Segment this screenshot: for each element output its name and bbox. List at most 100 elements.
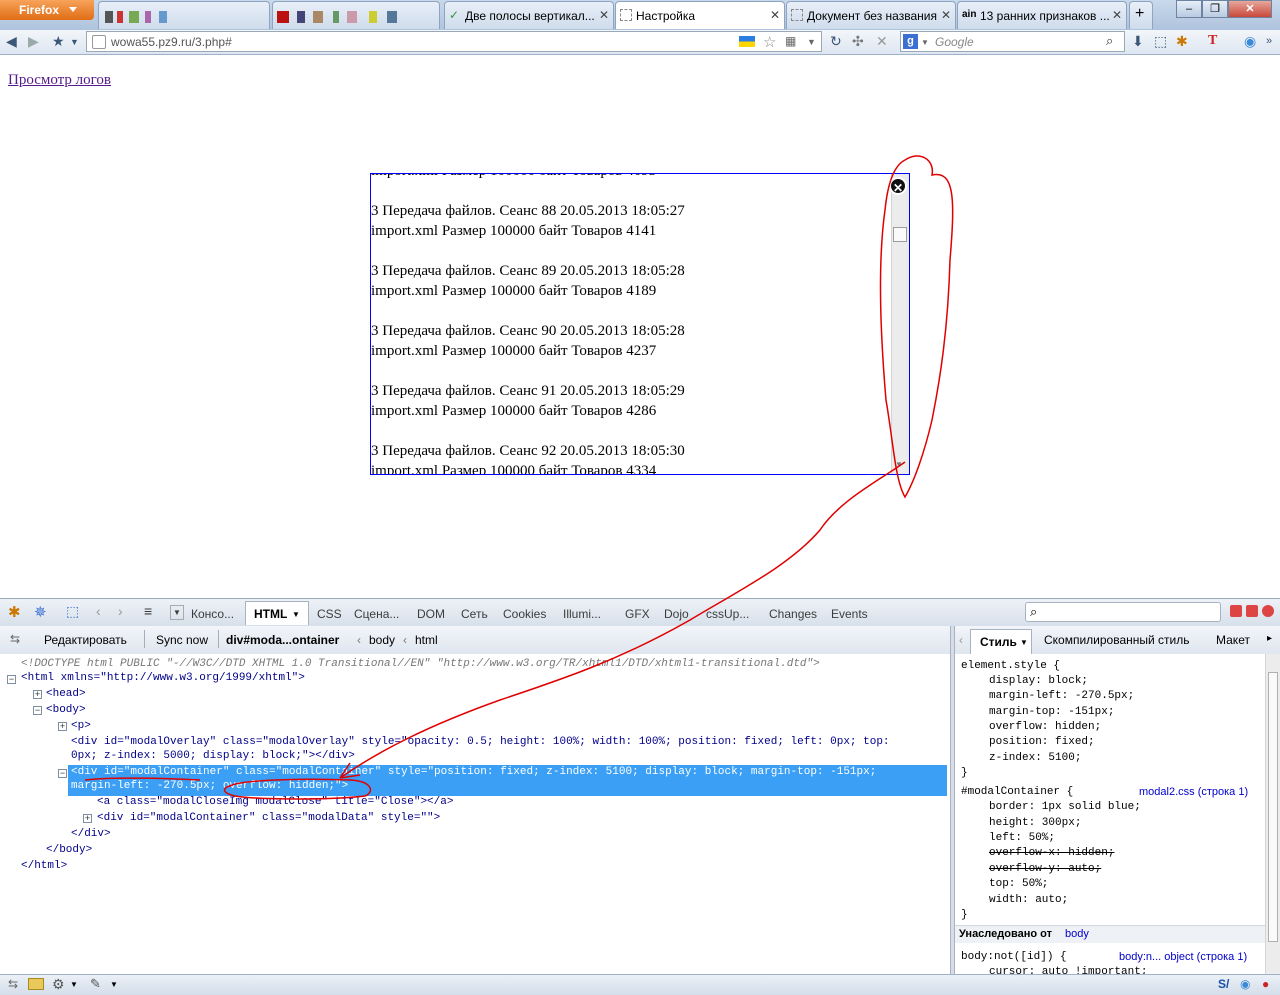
gear-icon[interactable]: ⚙	[52, 976, 65, 993]
expand-toggle-icon[interactable]: +	[33, 690, 42, 699]
fb-tab-gfx[interactable]: GFX	[625, 607, 650, 621]
collapse-toggle-icon[interactable]: −	[7, 675, 16, 684]
search-bar[interactable]: g ▼ Google ⌕	[900, 31, 1125, 52]
addon-red-icon[interactable]: ●	[1262, 977, 1269, 991]
style-prop[interactable]: border: 1px solid blue;	[989, 801, 1141, 813]
style-prop[interactable]: height: 300px;	[989, 817, 1081, 829]
bookmark-star-icon[interactable]: ☆	[763, 33, 776, 51]
google-icon[interactable]: g	[903, 34, 918, 49]
expand-toggle-icon[interactable]: +	[58, 722, 67, 731]
side-tab-style[interactable]: Стиль ▼	[970, 629, 1032, 654]
style-source-link[interactable]: modal2.css (строка 1)	[1139, 786, 1248, 798]
style-source-link[interactable]: body:n... object (строка 1)	[1119, 951, 1247, 963]
tab-0[interactable]: ✓ Две полосы вертикал... ✕	[444, 1, 614, 29]
overflow-chevron-icon[interactable]: »	[1266, 35, 1272, 47]
node-modal-container[interactable]: <div id="modalContainer" class="modalCon…	[71, 766, 876, 778]
addon-icon[interactable]: ✣	[852, 33, 864, 50]
forward-icon[interactable]: ›	[118, 603, 123, 619]
sync-now-button[interactable]: Sync now	[156, 633, 208, 647]
style-prop-overridden[interactable]: overflow-x: hidden;	[989, 847, 1114, 859]
close-firebug-icon[interactable]	[1262, 605, 1274, 617]
fb-tab-dojo[interactable]: Dojo	[664, 607, 689, 621]
node-close-link[interactable]: <a class="modalCloseImg modalClose" titl…	[97, 796, 453, 808]
maximize-button[interactable]: ❐	[1202, 0, 1228, 18]
eyedropper-icon[interactable]: ✎	[90, 976, 101, 992]
fb-tab-cookies[interactable]: Cookies	[503, 607, 546, 621]
fb-tab-changes[interactable]: Changes	[769, 607, 817, 621]
chevron-down-icon[interactable]: ▼	[170, 605, 184, 620]
ukraine-flag-icon[interactable]	[739, 36, 755, 47]
style-rule-selector[interactable]: element.style {	[961, 660, 1060, 672]
tab-pixelated-2[interactable]	[272, 1, 440, 29]
style-rule-selector[interactable]: body:not([id]) {	[961, 951, 1067, 963]
tab-pixelated-1[interactable]	[98, 1, 270, 29]
back-icon[interactable]: ‹	[96, 603, 101, 619]
style-prop[interactable]: cursor: auto !important;	[989, 966, 1147, 974]
style-rule-selector[interactable]: #modalContainer {	[961, 786, 1073, 798]
fb-tab-net[interactable]: Сеть	[461, 607, 488, 621]
qr-code-icon[interactable]: ▦	[785, 34, 796, 48]
node-head[interactable]: <head>	[46, 688, 86, 700]
toggle-icon[interactable]: ⇆	[8, 977, 18, 991]
inspect-element-icon[interactable]: ⬚	[66, 603, 79, 620]
download-icon[interactable]: ⬇	[1132, 33, 1144, 50]
fb-tab-dom[interactable]: DOM	[417, 607, 445, 621]
style-prop[interactable]: margin-left: -270.5px;	[989, 690, 1134, 702]
modal-close-button[interactable]: ✕	[889, 177, 907, 195]
addon-circle-icon[interactable]: ◉	[1244, 33, 1256, 50]
minimize-button[interactable]: –	[1176, 0, 1202, 18]
debug-icon[interactable]: ✵	[34, 603, 47, 621]
fb-tab-events[interactable]: Events	[831, 607, 868, 621]
view-logs-link[interactable]: Просмотр логов	[8, 72, 111, 89]
close-window-button[interactable]: ✕	[1228, 0, 1272, 18]
collapse-toggle-icon[interactable]: −	[33, 706, 42, 715]
chevron-down-icon[interactable]: ▼	[70, 37, 79, 47]
inspect-icon[interactable]: ⬚	[1154, 33, 1167, 50]
inherited-from-link[interactable]: body	[1065, 928, 1089, 940]
firebug-menu-icon[interactable]: ✱	[8, 603, 21, 621]
style-prop[interactable]: position: fixed;	[989, 736, 1095, 748]
forward-icon[interactable]: ▶	[28, 33, 39, 50]
fb-tab-script[interactable]: Сцена...	[354, 607, 399, 621]
close-tab-icon[interactable]: ✕	[941, 8, 951, 22]
style-panel-scrollbar[interactable]	[1265, 654, 1280, 974]
node-modal-container-cont[interactable]: margin-left: -270.5px; overflow: hidden;…	[71, 780, 348, 792]
scrollbar-thumb[interactable]	[1268, 672, 1278, 942]
style-prop[interactable]: z-index: 5100;	[989, 752, 1081, 764]
chevron-right-icon[interactable]: ▸	[1267, 633, 1272, 644]
style-prop-overridden[interactable]: overflow-y: auto;	[989, 863, 1101, 875]
back-icon[interactable]: ◀	[6, 33, 17, 50]
addon-circle-icon[interactable]: ◉	[1240, 977, 1250, 991]
chevron-left-icon[interactable]: ‹	[959, 633, 963, 647]
fb-tab-console[interactable]: Консо...	[191, 607, 234, 621]
url-bar[interactable]: wowa55.pz9.ru/3.php# ☆ ▦ ▼	[86, 31, 822, 52]
fb-tab-illuminations[interactable]: Illumi...	[563, 607, 601, 621]
url-text[interactable]: wowa55.pz9.ru/3.php#	[111, 35, 232, 49]
node-html[interactable]: <html xmlns="http://www.w3.org/1999/xhtm…	[21, 672, 305, 684]
new-tab-button[interactable]: +	[1129, 1, 1153, 29]
firebug-search-input[interactable]: ⌕	[1025, 602, 1221, 622]
style-prop[interactable]: display: block;	[989, 675, 1088, 687]
detach-firebug-icon[interactable]	[1246, 605, 1258, 617]
chevron-down-icon[interactable]: ▼	[70, 980, 78, 989]
style-prop[interactable]: width: auto;	[989, 894, 1068, 906]
stop-icon[interactable]: ✕	[876, 33, 888, 50]
fb-tab-cssupdater[interactable]: cssUp...	[706, 607, 749, 621]
modal-scrollbar-thumb[interactable]	[893, 227, 907, 242]
node-p[interactable]: <p>	[71, 720, 91, 732]
close-tab-icon[interactable]: ✕	[1112, 8, 1122, 22]
edit-button[interactable]: Редактировать	[44, 633, 127, 647]
modal-scrollbar[interactable]	[891, 174, 909, 474]
chevron-down-icon[interactable]: ▼	[921, 38, 929, 47]
translate-icon[interactable]: T	[1208, 33, 1217, 49]
node-modal-data[interactable]: <div id="modalContainer" class="modalDat…	[97, 812, 440, 824]
fb-tab-html[interactable]: HTML ▼	[245, 601, 309, 625]
fb-tab-css[interactable]: CSS	[317, 607, 342, 621]
firebug-icon[interactable]: ✱	[1176, 33, 1188, 50]
breadcrumb-body[interactable]: body	[369, 633, 395, 647]
style-prop[interactable]: top: 50%;	[989, 878, 1048, 890]
node-body[interactable]: <body>	[46, 704, 86, 716]
bookmark-star-icon[interactable]: ★	[52, 33, 65, 50]
close-tab-icon[interactable]: ✕	[599, 8, 609, 22]
minimize-firebug-icon[interactable]	[1230, 605, 1242, 617]
